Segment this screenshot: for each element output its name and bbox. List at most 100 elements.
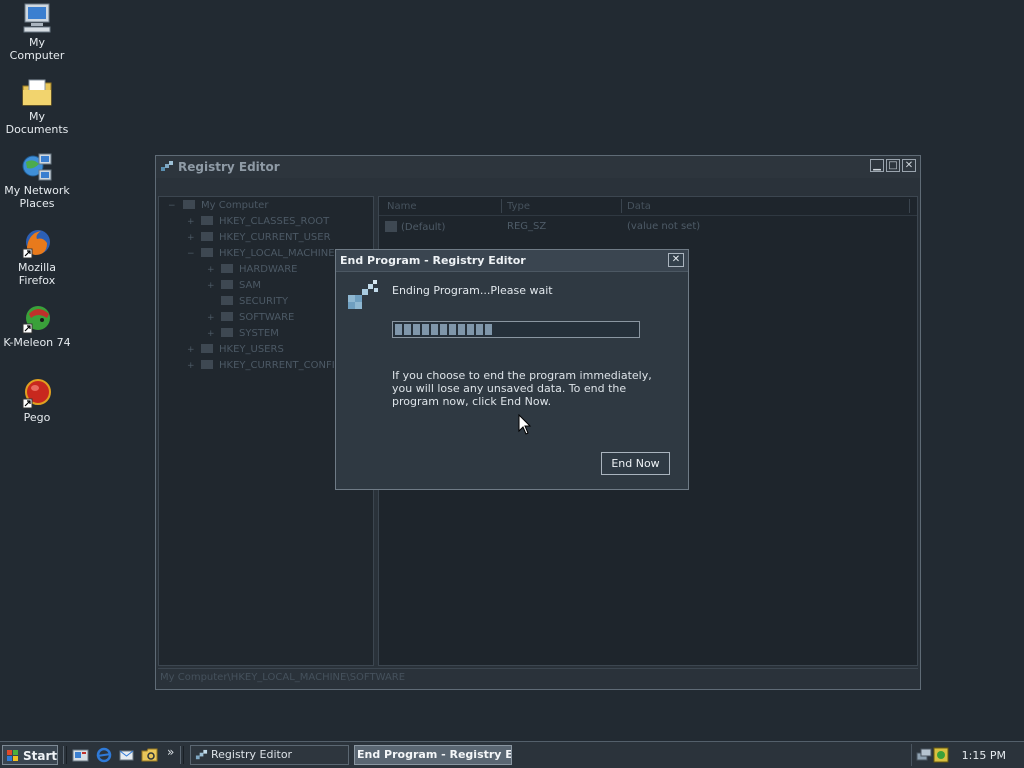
taskbar: Start » Registry Editor End Program - Re… bbox=[0, 741, 1024, 768]
end-program-dialog: End Program - Registry Editor ✕ Ending P… bbox=[335, 249, 689, 490]
tree-item-hkey-classes-root[interactable]: HKEY_CLASSES_ROOT bbox=[201, 216, 329, 227]
tree-item-system[interactable]: SYSTEM bbox=[221, 328, 279, 339]
clock[interactable]: 1:15 PM bbox=[962, 749, 1006, 762]
registry-icon bbox=[195, 749, 208, 760]
desktop-icon-label: K-Meleon 74 bbox=[3, 336, 71, 349]
mouse-cursor-icon bbox=[518, 414, 532, 435]
antivirus-tray-icon[interactable] bbox=[933, 747, 949, 763]
registry-program-icon bbox=[348, 280, 378, 309]
maximize-button[interactable]: □ bbox=[886, 159, 900, 172]
windows-logo-icon bbox=[7, 750, 18, 761]
dialog-info-text: If you choose to end the program immedia… bbox=[392, 369, 652, 408]
end-now-button[interactable]: End Now bbox=[601, 452, 670, 475]
network-tray-icon[interactable] bbox=[916, 747, 932, 763]
folder-documents-icon bbox=[22, 79, 52, 106]
desktop-icon-label: Mozilla Firefox bbox=[18, 261, 56, 287]
folder-icon bbox=[221, 280, 233, 289]
tree-item-hkey-current-user[interactable]: HKEY_CURRENT_USER bbox=[201, 232, 331, 243]
value-data: (value not set) bbox=[627, 221, 701, 232]
k-meleon-icon bbox=[22, 306, 50, 334]
column-divider[interactable] bbox=[909, 199, 910, 213]
desktop-icon-label: My Network Places bbox=[4, 184, 70, 210]
desktop-icon-my-network-places[interactable]: My Network Places bbox=[0, 152, 74, 210]
folder-icon bbox=[201, 360, 213, 369]
taskbar-separator bbox=[180, 746, 184, 764]
close-button[interactable]: ✕ bbox=[902, 159, 916, 172]
column-divider[interactable] bbox=[621, 199, 622, 213]
window-title: Registry Editor bbox=[178, 160, 280, 174]
start-label: Start bbox=[23, 749, 58, 763]
tree-item-sam[interactable]: SAM bbox=[221, 280, 261, 291]
list-item[interactable]: (Default) bbox=[385, 221, 445, 233]
pego-icon bbox=[22, 379, 51, 409]
desktop-icon-my-computer[interactable]: My Computer bbox=[0, 2, 74, 62]
show-desktop-icon[interactable] bbox=[72, 747, 90, 763]
expand-icon: + bbox=[187, 361, 195, 371]
tree-item-label: My Computer bbox=[201, 200, 269, 211]
tree-item-hkey-users[interactable]: HKEY_USERS bbox=[201, 344, 284, 355]
system-tray: 1:15 PM bbox=[911, 744, 1024, 766]
tree-item-label: HKEY_CURRENT_CONFI bbox=[219, 360, 335, 371]
desktop-icon-my-documents[interactable]: My Documents bbox=[0, 78, 74, 136]
quick-launch-more-button[interactable]: » bbox=[167, 745, 174, 759]
folder-icon bbox=[221, 264, 233, 273]
tree-item-label: HKEY_CURRENT_USER bbox=[219, 232, 331, 243]
taskbar-button-end-program[interactable]: End Program - Registry E... bbox=[354, 745, 512, 765]
column-header-data[interactable]: Data bbox=[627, 201, 651, 212]
folder-icon bbox=[201, 248, 213, 257]
folder-icon bbox=[201, 216, 213, 225]
tree-item-hardware[interactable]: HARDWARE bbox=[221, 264, 297, 275]
dialog-title: End Program - Registry Editor bbox=[340, 254, 526, 267]
column-header-name[interactable]: Name bbox=[387, 201, 417, 212]
column-divider[interactable] bbox=[501, 199, 502, 213]
internet-explorer-icon[interactable] bbox=[95, 747, 113, 763]
expand-icon: + bbox=[207, 281, 215, 291]
expand-icon: + bbox=[207, 265, 215, 275]
string-value-icon bbox=[385, 221, 397, 232]
task-label: Registry Editor bbox=[211, 748, 293, 761]
minimize-button[interactable]: ▁ bbox=[870, 159, 884, 172]
minimize-icon: ▁ bbox=[873, 160, 881, 171]
desktop-icon-mozilla-firefox[interactable]: Mozilla Firefox bbox=[0, 227, 74, 287]
folder-icon bbox=[221, 296, 233, 305]
ending-program-message: Ending Program...Please wait bbox=[392, 284, 553, 297]
menu-bar bbox=[156, 178, 920, 196]
progress-bar-fill bbox=[395, 324, 492, 335]
tree-item-label: HKEY_CLASSES_ROOT bbox=[219, 216, 330, 227]
expand-icon: + bbox=[207, 313, 215, 323]
progress-bar bbox=[392, 321, 640, 338]
tree-item-label: SECURITY bbox=[239, 296, 289, 307]
computer-icon bbox=[23, 3, 51, 33]
explorer-folder-icon[interactable] bbox=[141, 747, 159, 763]
tree-item-hkey-local-machine[interactable]: HKEY_LOCAL_MACHINE bbox=[201, 248, 335, 259]
dialog-close-button[interactable]: ✕ bbox=[668, 253, 684, 267]
desktop-icon-k-meleon[interactable]: K-Meleon 74 bbox=[0, 302, 74, 349]
expand-icon: + bbox=[187, 233, 195, 243]
task-label: End Program - Registry E... bbox=[357, 748, 512, 761]
firefox-icon bbox=[22, 230, 50, 259]
folder-icon bbox=[201, 232, 213, 241]
dialog-titlebar[interactable]: End Program - Registry Editor ✕ bbox=[336, 250, 688, 272]
outlook-express-icon[interactable] bbox=[118, 747, 136, 763]
expand-icon: + bbox=[187, 217, 195, 227]
tree-item-software[interactable]: SOFTWARE bbox=[221, 312, 294, 323]
close-icon: ✕ bbox=[904, 160, 914, 171]
taskbar-separator bbox=[63, 746, 67, 764]
taskbar-button-registry-editor[interactable]: Registry Editor bbox=[190, 745, 349, 765]
desktop-icon-pego[interactable]: Pego bbox=[0, 377, 74, 424]
desktop-icon-label: My Computer bbox=[9, 36, 65, 62]
network-globe-icon bbox=[22, 153, 52, 181]
tree-item-label: HKEY_USERS bbox=[219, 344, 284, 355]
folder-icon bbox=[201, 344, 213, 353]
desktop-icon-label: Pego bbox=[23, 411, 51, 424]
column-header-type[interactable]: Type bbox=[507, 201, 530, 212]
tree-item-my-computer[interactable]: My Computer bbox=[183, 200, 268, 211]
tree-item-security[interactable]: SECURITY bbox=[221, 296, 288, 307]
tree-item-label: HKEY_LOCAL_MACHINE bbox=[219, 248, 335, 259]
registry-editor-titlebar[interactable]: Registry Editor ▁ □ ✕ bbox=[156, 156, 920, 179]
expand-icon: + bbox=[207, 329, 215, 339]
tree-item-hkey-current-config[interactable]: HKEY_CURRENT_CONFI bbox=[201, 360, 335, 371]
desktop-icon-label: My Documents bbox=[5, 110, 69, 136]
status-bar: My Computer\HKEY_LOCAL_MACHINE\SOFTWARE bbox=[158, 668, 918, 687]
start-button[interactable]: Start bbox=[2, 745, 58, 765]
